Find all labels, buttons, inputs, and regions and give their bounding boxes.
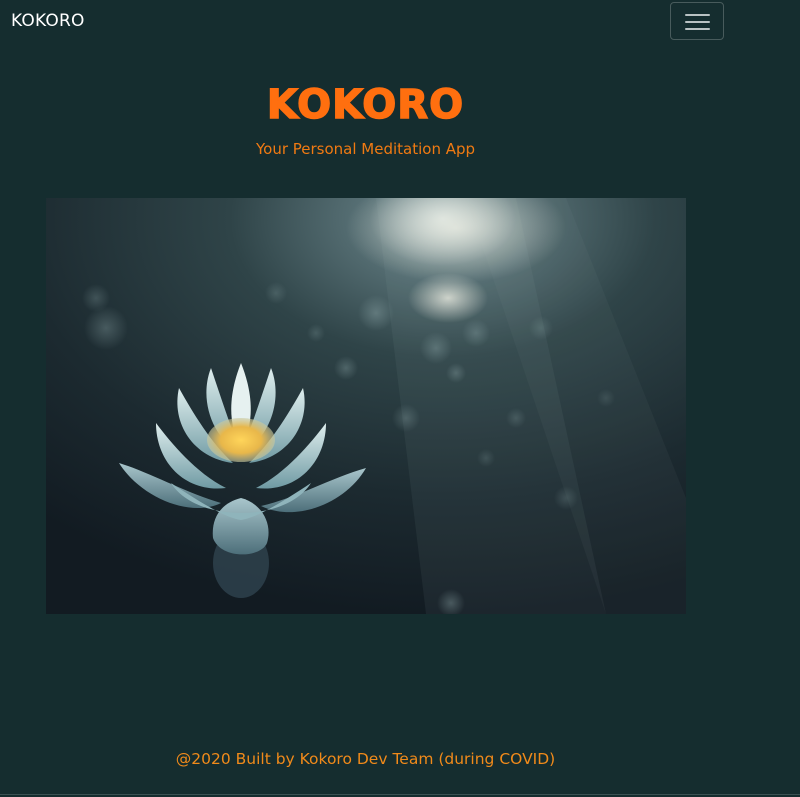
lotus-flower-photo [46, 198, 686, 614]
navbar-brand[interactable]: KOKORO [11, 11, 85, 31]
hero-title: KOKORO [266, 81, 465, 129]
menu-toggle-button[interactable] [670, 2, 724, 40]
footer-copyright: @2020 Built by Kokoro Dev Team (during C… [175, 750, 556, 768]
hero-subtitle: Your Personal Meditation App [255, 140, 476, 158]
footer-divider [0, 794, 800, 795]
navbar: KOKORO [0, 0, 800, 44]
